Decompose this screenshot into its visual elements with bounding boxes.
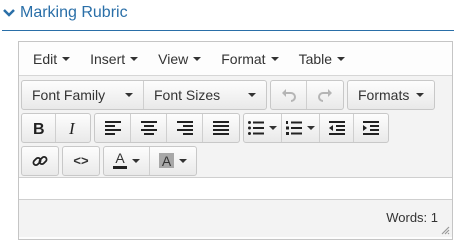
word-count: Words: 1 — [386, 210, 438, 225]
caret-down-icon — [337, 56, 346, 61]
toolbar: Font Family Font Sizes Formats B I <> A … — [19, 76, 452, 178]
formats-label: Formats — [358, 86, 410, 103]
redo-button[interactable] — [307, 81, 343, 109]
background-color-button[interactable]: A — [150, 147, 196, 175]
align-left-icon — [104, 120, 121, 135]
caret-down-icon — [130, 56, 139, 61]
outdent-icon — [328, 120, 345, 135]
caret-down-icon — [307, 125, 315, 130]
menu-table-label: Table — [298, 50, 333, 67]
menu-insert-label: Insert — [90, 50, 126, 67]
status-bar: Words: 1 — [19, 200, 452, 237]
numbered-list-icon — [286, 120, 302, 135]
font-sizes-select[interactable]: Font Sizes — [144, 81, 266, 109]
list-indent-group — [243, 112, 389, 143]
menu-table[interactable]: Table — [289, 51, 355, 67]
align-right-button[interactable] — [167, 113, 203, 142]
alignment-group — [94, 112, 240, 143]
undo-button[interactable] — [271, 80, 307, 109]
caret-down-icon — [269, 125, 277, 130]
source-code-button[interactable]: <> — [63, 147, 99, 175]
menubar: Edit Insert View Format Table — [19, 42, 452, 76]
menu-format[interactable]: Format — [211, 51, 288, 67]
bold-button[interactable]: B — [22, 113, 56, 142]
caret-down-icon — [132, 158, 140, 163]
chevron-down-icon — [3, 9, 15, 17]
caret-down-icon — [193, 56, 202, 61]
numbered-list-button[interactable] — [282, 113, 320, 142]
menu-view[interactable]: View — [148, 51, 211, 67]
resize-handle-icon[interactable] — [440, 225, 450, 235]
code-icon: <> — [73, 153, 89, 168]
history-group — [270, 79, 344, 110]
menu-view-label: View — [158, 50, 189, 67]
text-style-group: B I — [21, 112, 91, 143]
section-divider — [2, 30, 454, 31]
text-color-letter: A — [115, 150, 125, 166]
menu-format-label: Format — [221, 50, 266, 67]
bullet-list-button[interactable] — [244, 113, 282, 142]
caret-down-icon — [62, 56, 71, 61]
menu-insert[interactable]: Insert — [80, 51, 148, 67]
section-title: Marking Rubric — [20, 4, 128, 21]
rich-text-editor: Edit Insert View Format Table Font Famil… — [18, 41, 453, 240]
svg-text:B: B — [33, 121, 45, 136]
redo-icon — [318, 88, 332, 102]
caret-down-icon — [270, 56, 279, 61]
svg-text:I: I — [68, 120, 76, 136]
italic-button[interactable]: I — [56, 114, 90, 142]
outdent-button[interactable] — [320, 113, 354, 142]
indent-button[interactable] — [354, 114, 388, 142]
caret-down-icon — [179, 158, 187, 163]
bold-icon: B — [33, 121, 45, 136]
align-justify-icon — [213, 120, 229, 135]
code-group: <> — [62, 145, 100, 176]
formats-select[interactable]: Formats — [348, 81, 434, 109]
undo-icon — [281, 88, 296, 102]
menu-edit[interactable]: Edit — [23, 51, 80, 67]
font-sizes-label: Font Sizes — [154, 86, 221, 103]
indent-icon — [363, 120, 379, 135]
caret-down-icon — [416, 92, 424, 97]
align-justify-button[interactable] — [203, 114, 239, 142]
bullet-list-icon — [248, 120, 264, 135]
background-color-icon: A — [159, 152, 174, 169]
toolbar-row-3: <> A A — [21, 144, 452, 177]
formats-group: Formats — [347, 79, 435, 110]
toolbar-row-2: B I — [21, 111, 452, 144]
menu-edit-label: Edit — [33, 50, 58, 67]
link-icon — [32, 155, 48, 166]
font-select-group: Font Family Font Sizes — [21, 79, 267, 110]
caret-down-icon — [248, 92, 256, 97]
italic-icon: I — [68, 120, 76, 136]
align-center-button[interactable] — [131, 113, 167, 142]
align-left-button[interactable] — [95, 113, 131, 142]
insert-link-button[interactable] — [22, 147, 58, 175]
text-color-button[interactable]: A — [104, 146, 150, 175]
background-color-letter: A — [161, 152, 172, 169]
toolbar-row-1: Font Family Font Sizes Formats — [21, 78, 452, 111]
font-family-label: Font Family — [32, 86, 106, 103]
font-family-select[interactable]: Font Family — [22, 80, 144, 109]
link-group — [21, 145, 59, 176]
editor-content-area[interactable] — [19, 178, 452, 200]
color-group: A A — [103, 145, 197, 176]
text-color-icon: A — [113, 150, 127, 169]
section-header[interactable]: Marking Rubric — [0, 0, 458, 26]
text-color-underline — [113, 166, 127, 169]
align-center-icon — [140, 120, 157, 135]
caret-down-icon — [125, 92, 133, 97]
align-right-icon — [176, 120, 193, 135]
